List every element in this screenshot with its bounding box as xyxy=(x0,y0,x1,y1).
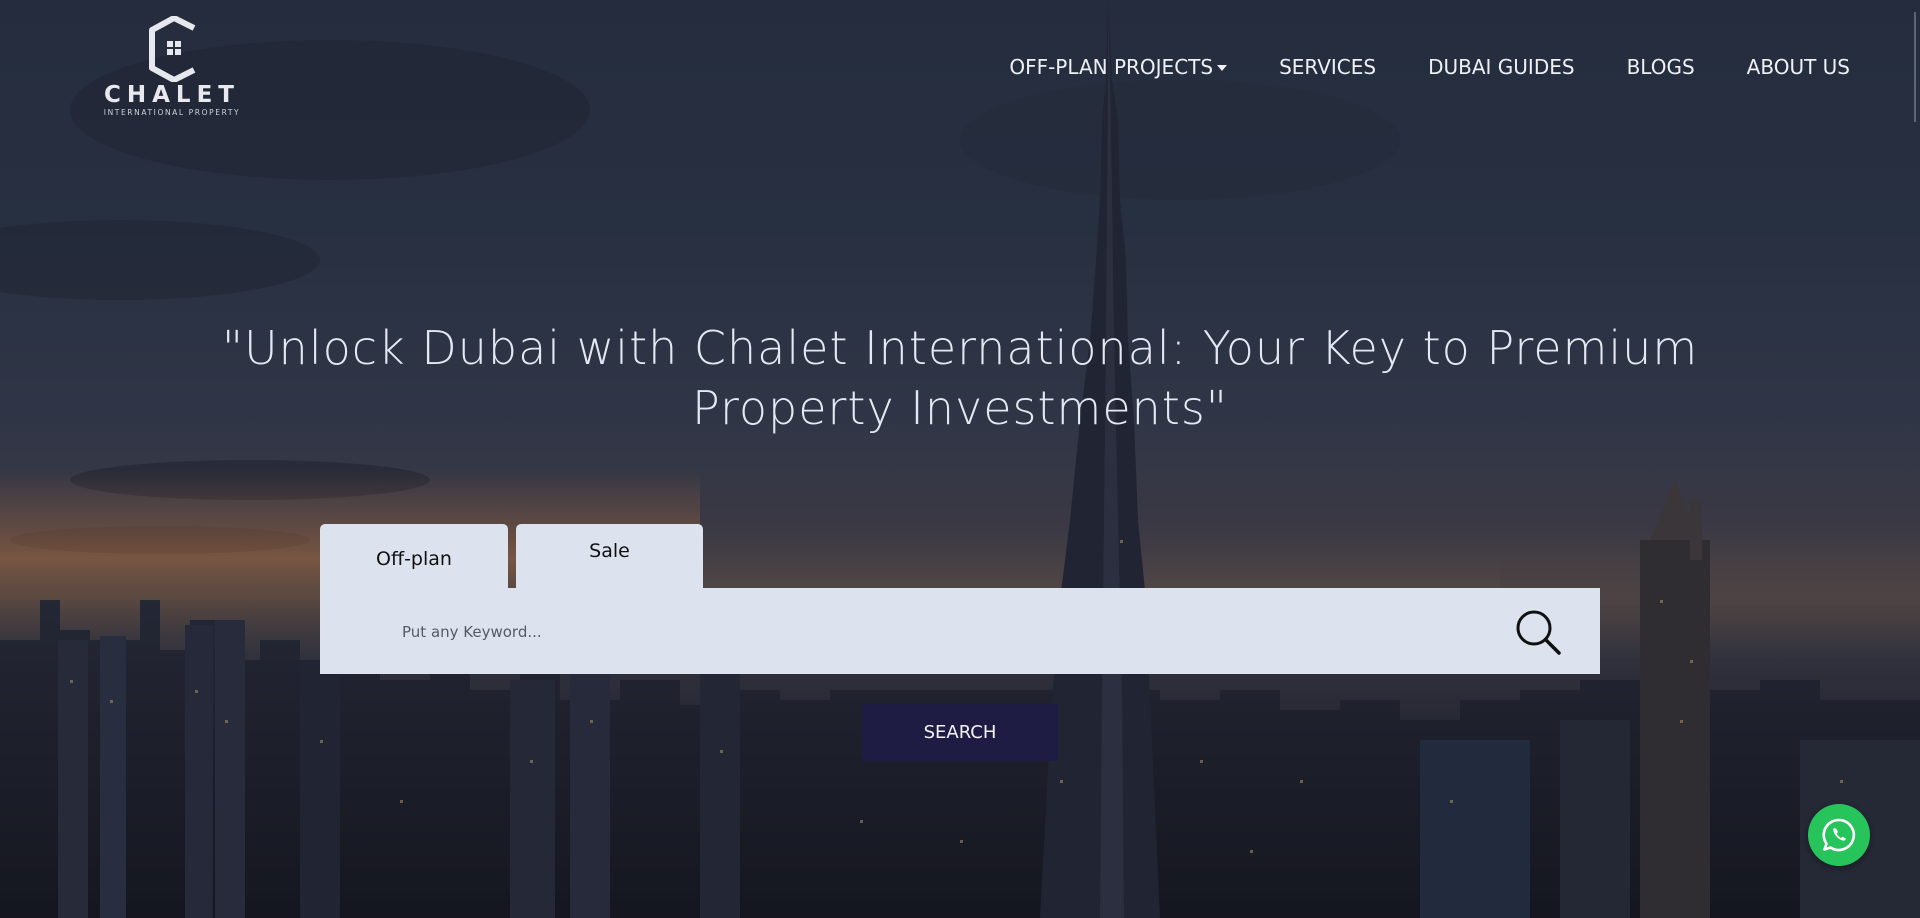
hero-section: CHALET INTERNATIONAL PROPERTY OFF-PLAN P… xyxy=(0,0,1920,918)
nav-item-blogs[interactable]: BLOGS xyxy=(1627,55,1695,79)
nav-item-dubai-guides[interactable]: DUBAI GUIDES xyxy=(1428,55,1574,79)
nav-item-label: BLOGS xyxy=(1626,55,1695,79)
tab-label: Sale xyxy=(589,540,630,562)
main-nav: OFF-PLAN PROJECTS SERVICES DUBAI GUIDES … xyxy=(1009,55,1850,79)
nav-item-services[interactable]: SERVICES xyxy=(1279,55,1376,79)
search-button[interactable]: SEARCH xyxy=(862,704,1058,761)
scrollbar-thumb[interactable] xyxy=(1914,12,1916,122)
nav-item-label: OFF-PLAN PROJECTS xyxy=(1009,55,1214,79)
nav-item-about-us[interactable]: ABOUT US xyxy=(1747,55,1850,79)
dark-overlay xyxy=(0,0,1920,918)
whatsapp-icon xyxy=(1822,818,1856,852)
nav-item-off-plan-projects[interactable]: OFF-PLAN PROJECTS xyxy=(1009,55,1228,79)
tab-off-plan[interactable]: Off-plan xyxy=(320,524,508,588)
dropdown-caret-icon xyxy=(1217,65,1228,71)
brand-name: CHALET xyxy=(104,82,240,108)
brand-tagline: INTERNATIONAL PROPERTY xyxy=(103,108,241,117)
keyword-search-input[interactable] xyxy=(400,610,1404,654)
nav-item-label: SERVICES xyxy=(1279,55,1377,79)
nav-item-label: ABOUT US xyxy=(1746,55,1850,79)
search-panel xyxy=(320,588,1600,674)
nav-item-label: DUBAI GUIDES xyxy=(1428,55,1575,79)
whatsapp-chat-button[interactable] xyxy=(1808,804,1870,866)
brand-logo[interactable]: CHALET INTERNATIONAL PROPERTY xyxy=(92,16,252,120)
search-icon[interactable] xyxy=(1514,608,1562,656)
tab-label: Off-plan xyxy=(376,548,452,570)
chalet-house-icon xyxy=(149,16,196,82)
tab-sale[interactable]: Sale xyxy=(516,524,703,588)
hero-headline: "Unlock Dubai with Chalet International:… xyxy=(221,321,1699,435)
